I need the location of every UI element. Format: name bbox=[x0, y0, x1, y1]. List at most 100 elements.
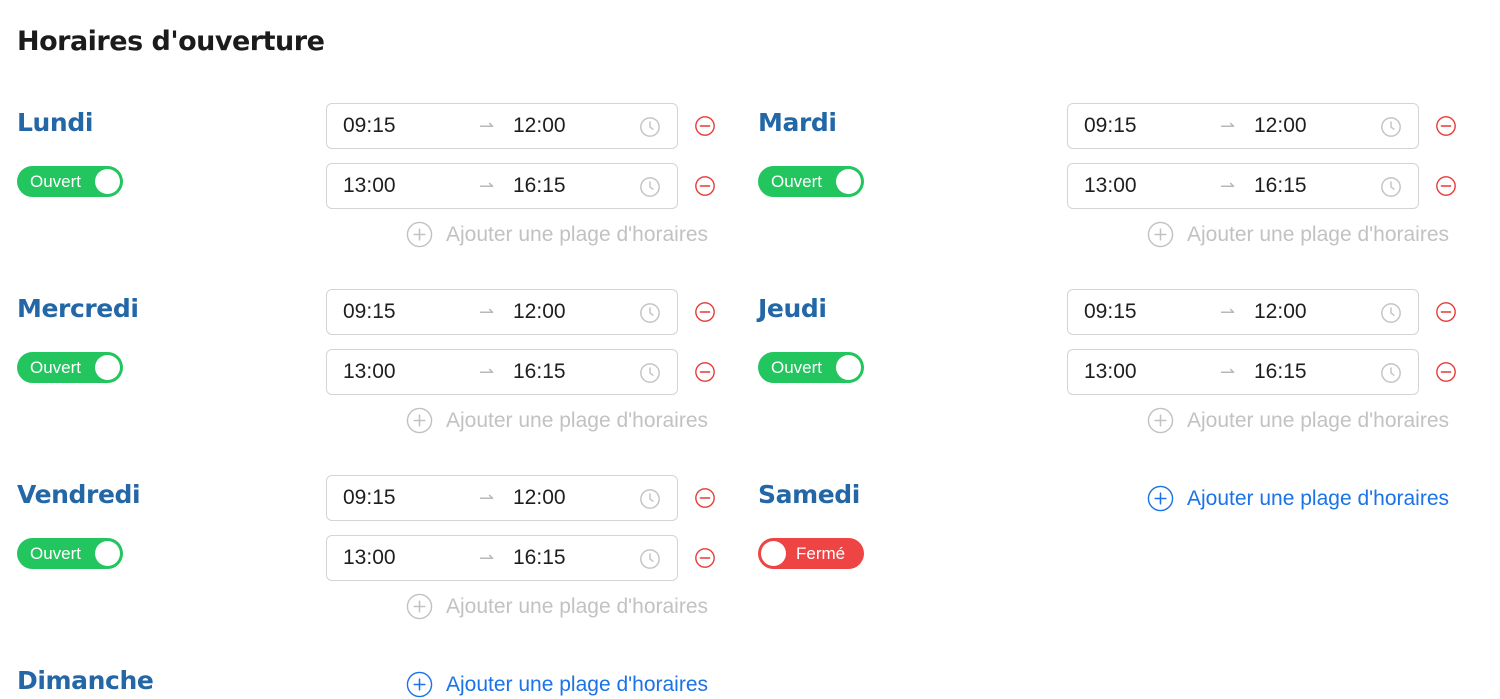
clock-icon[interactable] bbox=[1380, 362, 1402, 384]
day-name: Dimanche bbox=[17, 666, 154, 695]
open-toggle[interactable]: Ouvert bbox=[17, 352, 123, 383]
toggle-label: Ouvert bbox=[30, 544, 82, 563]
add-range-label: Ajouter une plage d'horaires bbox=[446, 673, 709, 696]
day-name: Mercredi bbox=[17, 294, 139, 323]
day-name: Lundi bbox=[17, 108, 93, 137]
add-range-label: Ajouter une plage d'horaires bbox=[446, 223, 709, 246]
day-dimanche: Dimanche Ajouter une plage d'horaires bbox=[17, 661, 717, 699]
add-range-label: Ajouter une plage d'horaires bbox=[446, 595, 709, 618]
start-time[interactable]: 09:15 bbox=[343, 476, 396, 520]
arrow-icon: ⇀ bbox=[1220, 176, 1236, 196]
open-toggle[interactable]: Ouvert bbox=[17, 166, 123, 197]
arrow-icon: ⇀ bbox=[479, 302, 495, 322]
end-time[interactable]: 12:00 bbox=[513, 476, 566, 520]
plus-circle-icon bbox=[1147, 485, 1174, 512]
plus-circle-icon bbox=[406, 593, 433, 620]
clock-icon[interactable] bbox=[639, 548, 661, 570]
remove-slot-icon[interactable] bbox=[694, 361, 716, 383]
toggle-knob bbox=[95, 355, 120, 380]
clock-icon[interactable] bbox=[639, 116, 661, 138]
plus-circle-icon bbox=[406, 407, 433, 434]
day-samedi: Samedi Fermé Ajouter une plage d'horaire… bbox=[758, 475, 1458, 625]
end-time[interactable]: 12:00 bbox=[513, 104, 566, 148]
open-toggle[interactable]: Ouvert bbox=[758, 166, 864, 197]
day-jeudi: Jeudi Ouvert 09:15 ⇀ 12:00 13:00 ⇀ 16:15… bbox=[758, 289, 1458, 439]
start-time[interactable]: 09:15 bbox=[1084, 104, 1137, 148]
toggle-label: Ouvert bbox=[30, 172, 82, 191]
clock-icon[interactable] bbox=[1380, 116, 1402, 138]
clock-icon[interactable] bbox=[1380, 176, 1402, 198]
time-slot[interactable]: 13:00 ⇀ 16:15 bbox=[326, 535, 678, 581]
arrow-icon: ⇀ bbox=[479, 548, 495, 568]
start-time[interactable]: 13:00 bbox=[1084, 164, 1137, 208]
remove-slot-icon[interactable] bbox=[694, 175, 716, 197]
add-range-label: Ajouter une plage d'horaires bbox=[446, 409, 709, 432]
remove-slot-icon[interactable] bbox=[1435, 175, 1457, 197]
time-slot[interactable]: 09:15 ⇀ 12:00 bbox=[326, 475, 678, 521]
end-time[interactable]: 16:15 bbox=[513, 350, 566, 394]
time-slot[interactable]: 09:15 ⇀ 12:00 bbox=[1067, 289, 1419, 335]
day-name: Vendredi bbox=[17, 480, 141, 509]
start-time[interactable]: 09:15 bbox=[343, 290, 396, 334]
remove-slot-icon[interactable] bbox=[1435, 301, 1457, 323]
end-time[interactable]: 16:15 bbox=[513, 536, 566, 580]
remove-slot-icon[interactable] bbox=[694, 547, 716, 569]
clock-icon[interactable] bbox=[639, 362, 661, 384]
arrow-icon: ⇀ bbox=[479, 116, 495, 136]
start-time[interactable]: 13:00 bbox=[1084, 350, 1137, 394]
end-time[interactable]: 12:00 bbox=[1254, 104, 1307, 148]
add-range-label: Ajouter une plage d'horaires bbox=[1187, 487, 1450, 510]
remove-slot-icon[interactable] bbox=[1435, 115, 1457, 137]
end-time[interactable]: 12:00 bbox=[513, 290, 566, 334]
toggle-label: Ouvert bbox=[771, 172, 823, 191]
clock-icon[interactable] bbox=[639, 302, 661, 324]
arrow-icon: ⇀ bbox=[1220, 302, 1236, 322]
open-toggle[interactable]: Ouvert bbox=[17, 538, 123, 569]
day-lundi: Lundi Ouvert 09:15 ⇀ 12:00 13:00 ⇀ 16:15… bbox=[17, 103, 717, 253]
end-time[interactable]: 12:00 bbox=[1254, 290, 1307, 334]
toggle-knob bbox=[836, 355, 861, 380]
arrow-icon: ⇀ bbox=[479, 176, 495, 196]
toggle-label: Ouvert bbox=[30, 358, 82, 377]
remove-slot-icon[interactable] bbox=[1435, 361, 1457, 383]
arrow-icon: ⇀ bbox=[479, 362, 495, 382]
start-time[interactable]: 09:15 bbox=[1084, 290, 1137, 334]
time-slot[interactable]: 09:15 ⇀ 12:00 bbox=[326, 289, 678, 335]
remove-slot-icon[interactable] bbox=[694, 487, 716, 509]
time-slot[interactable]: 09:15 ⇀ 12:00 bbox=[1067, 103, 1419, 149]
plus-circle-icon bbox=[1147, 407, 1174, 434]
toggle-knob bbox=[836, 169, 861, 194]
toggle-knob bbox=[95, 169, 120, 194]
add-range-label: Ajouter une plage d'horaires bbox=[1187, 409, 1450, 432]
remove-slot-icon[interactable] bbox=[694, 301, 716, 323]
end-time[interactable]: 16:15 bbox=[1254, 350, 1307, 394]
day-name: Jeudi bbox=[758, 294, 827, 323]
toggle-knob bbox=[761, 541, 786, 566]
time-slot[interactable]: 13:00 ⇀ 16:15 bbox=[326, 163, 678, 209]
add-range-label: Ajouter une plage d'horaires bbox=[1187, 223, 1450, 246]
start-time[interactable]: 13:00 bbox=[343, 350, 396, 394]
time-slot[interactable]: 13:00 ⇀ 16:15 bbox=[1067, 163, 1419, 209]
end-time[interactable]: 16:15 bbox=[1254, 164, 1307, 208]
clock-icon[interactable] bbox=[1380, 302, 1402, 324]
remove-slot-icon[interactable] bbox=[694, 115, 716, 137]
page-title: Horaires d'ouverture bbox=[17, 26, 325, 57]
day-mardi: Mardi Ouvert 09:15 ⇀ 12:00 13:00 ⇀ 16:15… bbox=[758, 103, 1458, 253]
day-mercredi: Mercredi Ouvert 09:15 ⇀ 12:00 13:00 ⇀ 16… bbox=[17, 289, 717, 439]
start-time[interactable]: 13:00 bbox=[343, 164, 396, 208]
plus-circle-icon bbox=[406, 671, 433, 698]
start-time[interactable]: 09:15 bbox=[343, 104, 396, 148]
clock-icon[interactable] bbox=[639, 488, 661, 510]
day-name: Mardi bbox=[758, 108, 837, 137]
end-time[interactable]: 16:15 bbox=[513, 164, 566, 208]
toggle-label: Fermé bbox=[796, 544, 846, 563]
closed-toggle[interactable]: Fermé bbox=[758, 538, 864, 569]
time-slot[interactable]: 09:15 ⇀ 12:00 bbox=[326, 103, 678, 149]
start-time[interactable]: 13:00 bbox=[343, 536, 396, 580]
open-toggle[interactable]: Ouvert bbox=[758, 352, 864, 383]
arrow-icon: ⇀ bbox=[1220, 116, 1236, 136]
time-slot[interactable]: 13:00 ⇀ 16:15 bbox=[1067, 349, 1419, 395]
clock-icon[interactable] bbox=[639, 176, 661, 198]
plus-circle-icon bbox=[406, 221, 433, 248]
time-slot[interactable]: 13:00 ⇀ 16:15 bbox=[326, 349, 678, 395]
